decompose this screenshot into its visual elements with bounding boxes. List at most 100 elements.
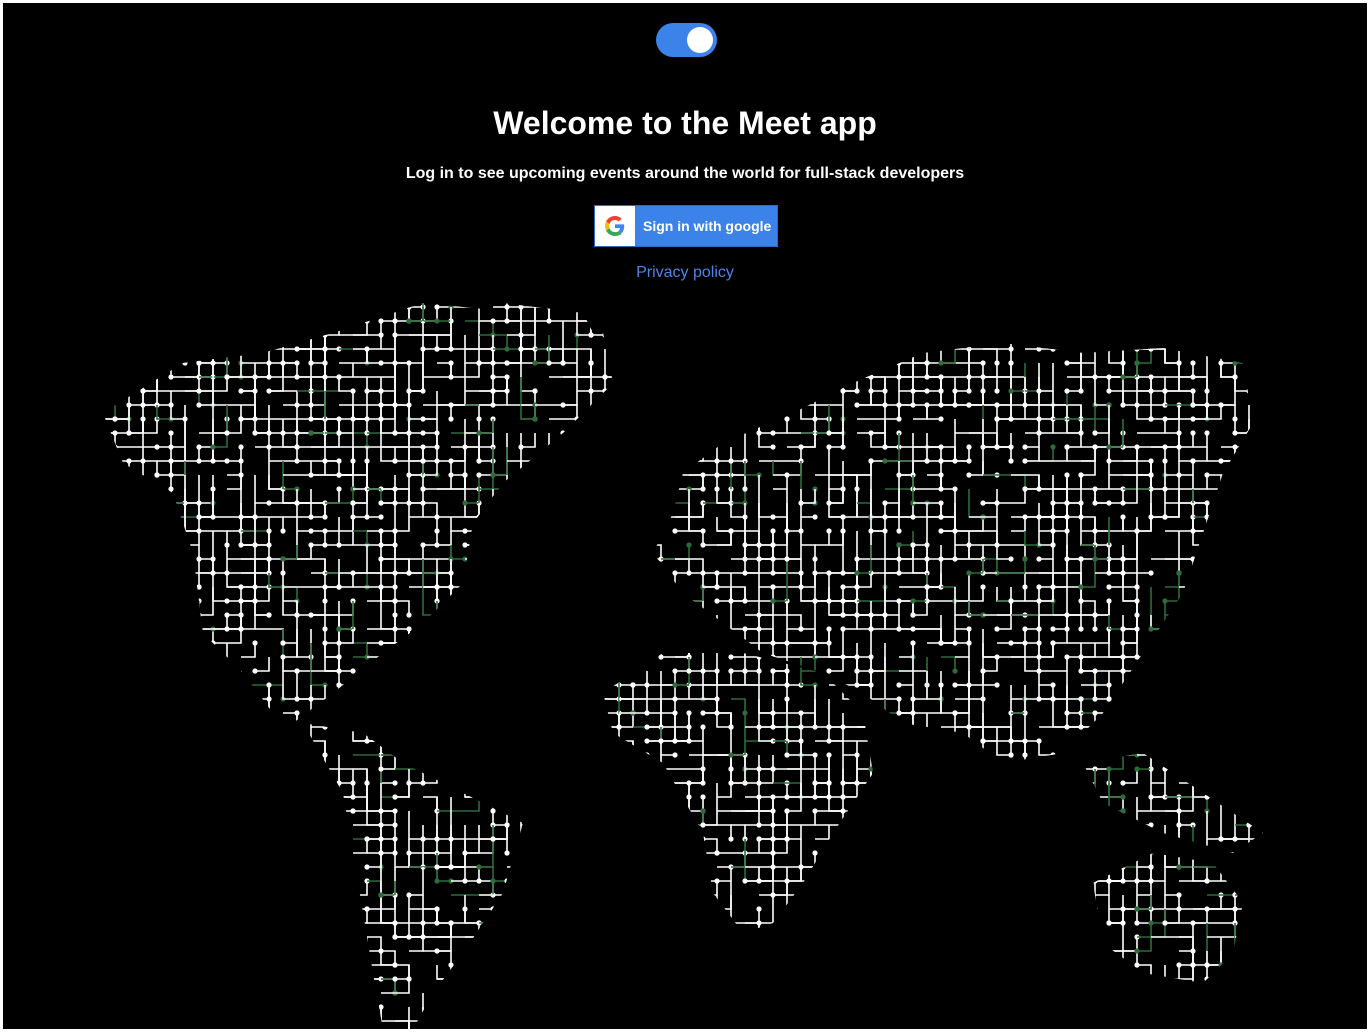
circuit-node: [434, 668, 440, 674]
circuit-trace: [590, 783, 605, 826]
circuit-node: [84, 430, 89, 435]
circuit-trace: [759, 881, 774, 924]
circuit-trace: [562, 447, 577, 462]
circuit-node: [378, 500, 384, 506]
circuit-trace: [660, 825, 675, 868]
circuit-trace: [73, 825, 87, 839]
privacy-policy-link[interactable]: Privacy policy: [3, 264, 1367, 282]
circuit-node: [154, 990, 160, 996]
circuit-trace: [115, 460, 158, 475]
circuit-trace: [324, 797, 339, 826]
circuit-node: [672, 878, 678, 884]
circuit-node: [546, 738, 552, 744]
circuit-node: [42, 794, 47, 799]
circuit-trace: [59, 671, 73, 685]
circuit-trace: [520, 895, 535, 924]
circuit-trace: [688, 335, 703, 350]
circuit-node: [14, 864, 19, 869]
circuit-node: [252, 430, 258, 436]
circuit-node: [588, 612, 594, 618]
circuit-trace: [241, 880, 284, 895]
circuit-trace: [143, 362, 172, 377]
circuit-node: [154, 584, 160, 590]
circuit-trace: [576, 615, 591, 630]
circuit-node: [140, 850, 146, 856]
circuit-node: [406, 640, 412, 646]
circuit-trace: [535, 573, 550, 588]
circuit-trace: [409, 852, 424, 867]
circuit-trace: [688, 797, 703, 840]
circuit-trace: [185, 684, 200, 699]
circuit-trace: [212, 811, 227, 840]
circuit-trace: [451, 755, 466, 770]
circuit-node: [14, 556, 19, 561]
circuit-node: [784, 374, 790, 380]
circuit-trace: [103, 839, 116, 854]
circuit-node: [406, 318, 412, 324]
circuit-trace: [717, 404, 746, 419]
circuit-trace: [464, 965, 479, 1008]
circuit-node: [154, 864, 160, 870]
circuit-trace: [899, 628, 942, 643]
circuit-node: [644, 948, 650, 954]
circuit-trace: [968, 321, 983, 364]
circuit-node: [406, 752, 412, 758]
circuit-trace: [829, 531, 844, 574]
circuit-trace: [647, 321, 662, 350]
circuit-node: [602, 878, 608, 884]
circuit-trace: [436, 825, 451, 868]
circuit-trace: [899, 461, 914, 476]
circuit-node: [126, 318, 132, 324]
circuit-node: [84, 948, 89, 953]
circuit-node: [238, 332, 244, 338]
circuit-trace: [913, 796, 956, 811]
circuit-node: [238, 1004, 244, 1010]
circuit-trace: [549, 853, 592, 868]
circuit-trace: [157, 866, 200, 881]
circuit-node: [994, 682, 1000, 688]
circuit-trace: [255, 839, 270, 854]
theme-toggle[interactable]: [656, 23, 717, 57]
circuit-trace: [857, 839, 872, 854]
circuit-node: [196, 514, 202, 520]
circuit-node: [252, 542, 258, 548]
circuit-node: [84, 500, 89, 505]
circuit-node: [784, 318, 790, 324]
circuit-node: [630, 794, 636, 800]
circuit-node: [574, 458, 580, 464]
circuit-trace: [843, 376, 886, 391]
circuit-node: [126, 738, 132, 744]
circuit-trace: [353, 446, 396, 461]
circuit-trace: [171, 601, 186, 644]
circuit-trace: [661, 923, 676, 966]
circuit-trace: [241, 615, 256, 630]
circuit-trace: [717, 937, 732, 952]
circuit-node: [644, 640, 650, 646]
circuit-trace: [464, 769, 479, 798]
circuit-trace: [381, 670, 410, 685]
circuit-trace: [129, 489, 144, 504]
circuit-node: [56, 948, 61, 953]
circuit-trace: [73, 433, 87, 447]
circuit-trace: [913, 950, 928, 965]
circuit-trace: [507, 866, 522, 881]
circuit-trace: [913, 965, 928, 980]
circuit-trace: [885, 1021, 900, 1029]
circuit-node: [252, 976, 258, 982]
circuit-trace: [3, 447, 45, 461]
circuit-node: [630, 864, 636, 870]
circuit-node: [966, 458, 972, 464]
circuit-node: [490, 612, 496, 618]
circuit-node: [532, 640, 538, 646]
circuit-trace: [829, 531, 844, 546]
circuit-node: [434, 682, 440, 688]
circuit-trace: [103, 433, 116, 476]
circuit-trace: [857, 908, 886, 923]
circuit-node: [588, 696, 594, 702]
circuit-trace: [45, 867, 59, 895]
circuit-node: [196, 878, 202, 884]
circuit-node: [434, 766, 440, 772]
circuit-trace: [255, 685, 270, 700]
google-signin-button[interactable]: Sign in with google: [594, 205, 778, 247]
circuit-trace: [563, 796, 606, 811]
